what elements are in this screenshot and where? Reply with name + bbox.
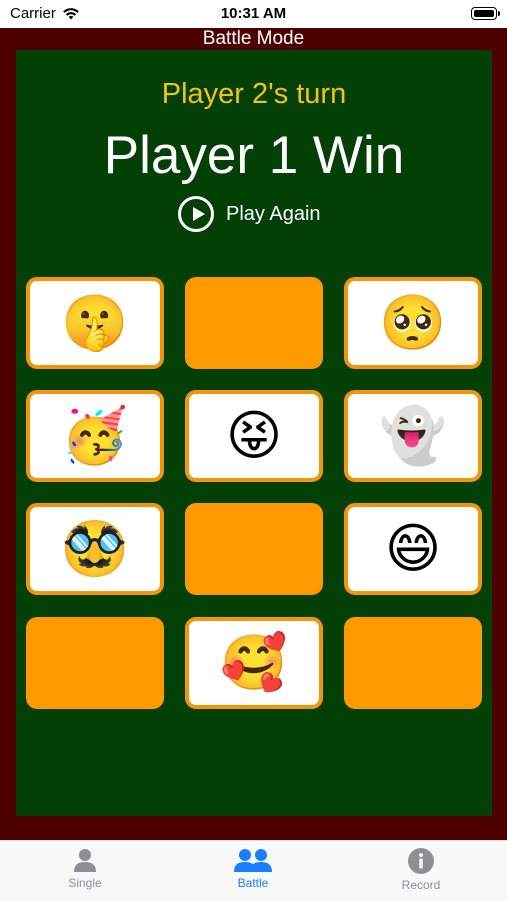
card-emoji: 🥺 [379,293,447,353]
card-emoji: 👻 [379,406,447,466]
card-emoji [185,277,323,369]
mode-title: Battle Mode [202,28,305,49]
card-emoji [185,503,323,595]
battery-icon [471,7,500,20]
status-bar: Carrier 10:31 AM [0,0,507,28]
card-partying-face[interactable]: 🥳 [26,390,164,482]
card-squinting-tongue-face[interactable]: 😝 [185,390,323,482]
card-emoji: 🤫 [61,293,129,353]
status-time: 10:31 AM [220,5,287,22]
tab-single[interactable]: Single [20,847,150,890]
card-disguised-face[interactable]: 🥸 [26,503,164,595]
info-icon [408,848,434,874]
card-emoji [26,617,164,709]
card-emoji [344,617,482,709]
tab-label: Battle [237,876,269,890]
card-pleading-face[interactable]: 🥺 [344,277,482,369]
card-emoji: 🥸 [61,519,129,579]
card-hidden[interactable] [344,617,482,709]
result-label: Player 1 Win [103,126,405,185]
card-emoji: 😝 [225,406,283,466]
card-ghost[interactable]: 👻 [344,390,482,482]
card-emoji: 🥰 [220,633,288,693]
tab-label: Single [68,876,102,890]
tab-label: Record [401,878,441,892]
card-hidden[interactable] [185,503,323,595]
tab-record[interactable]: Record [356,847,486,892]
card-hidden[interactable] [185,277,323,369]
play-again-label: Play Again [226,202,321,225]
card-smiling-face-with-hearts[interactable]: 🥰 [185,617,323,709]
person-icon [74,849,96,872]
card-hidden[interactable] [26,617,164,709]
tab-battle[interactable]: Battle [188,847,318,890]
card-emoji: 🥳 [61,406,129,466]
two-persons-icon [234,849,272,872]
card-emoji: 😄 [384,519,442,579]
turn-indicator: Player 2's turn [161,78,347,110]
card-grinning-face[interactable]: 😄 [344,503,482,595]
play-again-button[interactable]: Play Again [178,194,321,234]
card-shushing-face[interactable]: 🤫 [26,277,164,369]
play-circle-icon [178,196,214,232]
tab-bar: Single Battle Record [0,840,507,901]
